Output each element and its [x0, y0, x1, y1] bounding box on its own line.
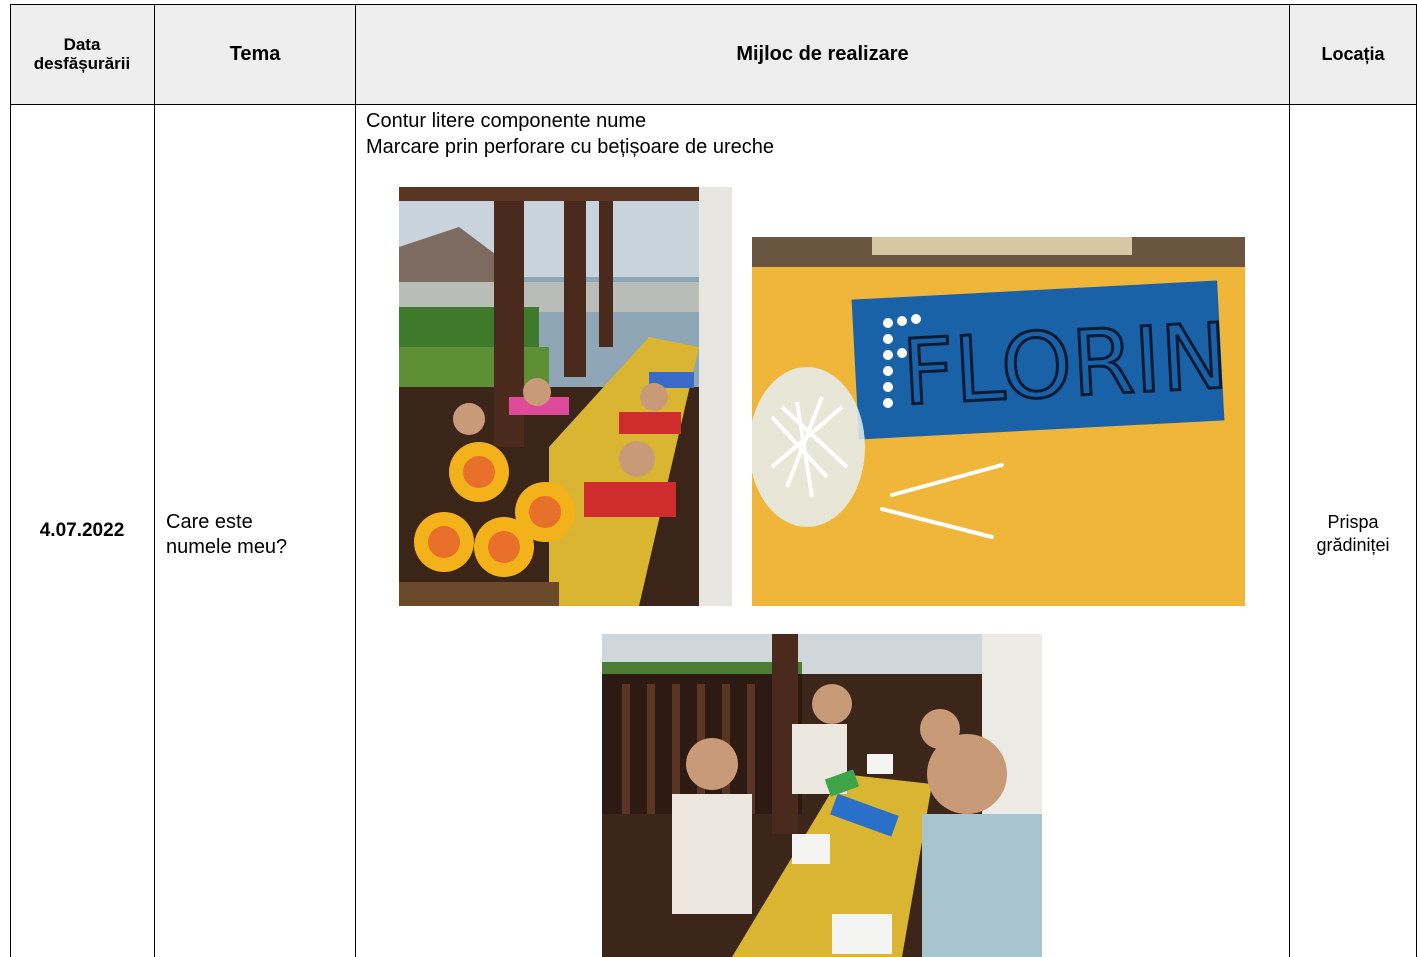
header-divider — [10, 104, 1417, 105]
activity-table: Data desfășurării Tema Mijloc de realizar… — [0, 0, 1417, 957]
photo-children-working — [602, 634, 1042, 957]
row-date: 4.07.2022 — [39, 520, 125, 541]
row-tema-line1: Care este — [166, 511, 253, 533]
row-location-line1: Prispa — [1327, 512, 1379, 532]
description-line1: Contur litere componente nume — [366, 110, 647, 132]
header-tema: Tema — [229, 42, 281, 65]
photo-children-porch — [399, 187, 732, 606]
header-mijloc: Mijloc de realizare — [736, 42, 909, 65]
row-description: Contur litere componente nume Marcare pr… — [366, 108, 774, 160]
header-date-line1: Data — [63, 35, 101, 54]
header-date: Data desfășurării — [10, 4, 154, 104]
photo-name-card: FLORIN — [752, 237, 1245, 606]
column-divider — [154, 4, 155, 957]
column-divider — [1289, 4, 1290, 957]
header-locatia: Locația — [1321, 43, 1385, 64]
row-location: Prispa grădiniței — [1290, 511, 1416, 557]
name-card-text: FLORIN — [900, 304, 1231, 426]
row-tema: Care este numele meu? — [166, 510, 346, 560]
column-divider — [355, 4, 356, 957]
row-location-line2: grădiniței — [1316, 535, 1390, 555]
header-date-line2: desfășurării — [33, 54, 131, 73]
description-line2: Marcare prin perforare cu bețișoare de u… — [366, 136, 774, 158]
table-border-left — [10, 4, 11, 957]
row-tema-line2: numele meu? — [166, 536, 288, 558]
